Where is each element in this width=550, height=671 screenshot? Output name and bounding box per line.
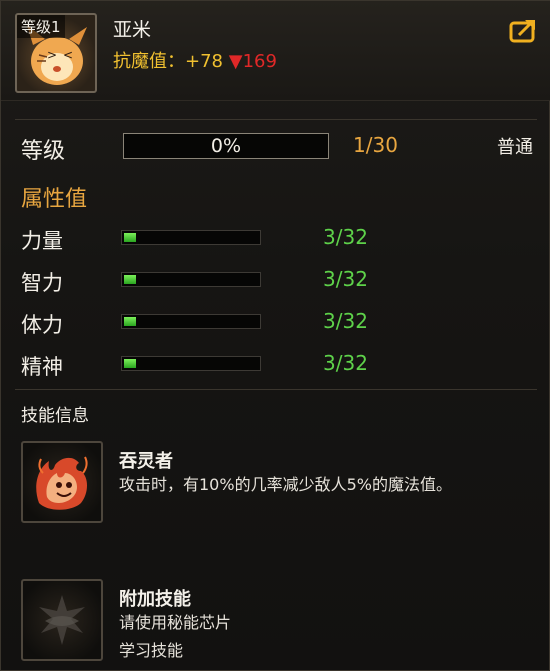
flame-beast-icon	[36, 456, 88, 510]
stat-fill	[124, 233, 136, 242]
stat-bar-stamina	[121, 314, 261, 329]
share-button[interactable]	[509, 17, 539, 43]
skill-slot-devourer[interactable]	[21, 441, 103, 523]
stat-value-spirit: 3/32	[323, 351, 368, 375]
pet-info-panel: > < 等级1 亚米 抗魔值：+78 ▼169 等级 0% 1/30 普通 属性…	[0, 0, 550, 671]
level-progress-bar: 0%	[123, 133, 329, 159]
stat-fill	[124, 317, 136, 326]
stat-label-intelligence: 智力	[21, 271, 63, 295]
pet-portrait: > < 等级1	[15, 13, 97, 93]
skill-desc-extra-line1: 请使用秘能芯片	[119, 613, 232, 632]
stat-fill	[124, 359, 136, 368]
level-label: 等级	[21, 139, 66, 164]
skill-slot-extra[interactable]	[21, 579, 103, 661]
stat-value-strength: 3/32	[323, 225, 368, 249]
resist-label: 抗魔值：	[113, 51, 185, 72]
stat-label-stamina: 体力	[21, 313, 63, 337]
stat-bar-intelligence	[121, 272, 261, 287]
skill-name-extra: 附加技能	[119, 589, 191, 610]
stat-label-strength: 力量	[21, 229, 63, 253]
svg-text:>: >	[47, 48, 57, 62]
share-icon	[509, 19, 535, 43]
resist-value: 抗魔值：+78 ▼169	[113, 47, 277, 73]
level-grade: 普通	[497, 137, 533, 158]
resist-bonus: +78	[185, 51, 223, 72]
skills-title: 技能信息	[21, 406, 89, 426]
skill-desc-devourer: 攻击时，有10%的几率减少敌人5%的魔法值。	[119, 475, 452, 494]
stat-value-intelligence: 3/32	[323, 267, 368, 291]
skill-name-devourer: 吞灵者	[119, 451, 173, 472]
stat-value-stamina: 3/32	[323, 309, 368, 333]
attributes-title: 属性值	[21, 187, 88, 212]
stat-label-spirit: 精神	[21, 355, 63, 379]
locked-emblem-icon	[39, 595, 85, 645]
divider	[15, 389, 537, 390]
level-badge: 等级1	[17, 15, 65, 38]
level-count: 1/30	[353, 133, 398, 157]
stat-bar-strength	[121, 230, 261, 245]
pet-name: 亚米	[113, 19, 152, 41]
level-percent: 0%	[210, 135, 242, 157]
svg-text:<: <	[63, 48, 73, 62]
resist-down: ▼169	[228, 51, 277, 72]
stat-fill	[124, 275, 136, 284]
skill-desc-extra-line2: 学习技能	[119, 641, 184, 660]
pet-header: > < 等级1 亚米 抗魔值：+78 ▼169	[1, 1, 550, 101]
divider	[15, 119, 537, 120]
stat-bar-spirit	[121, 356, 261, 371]
